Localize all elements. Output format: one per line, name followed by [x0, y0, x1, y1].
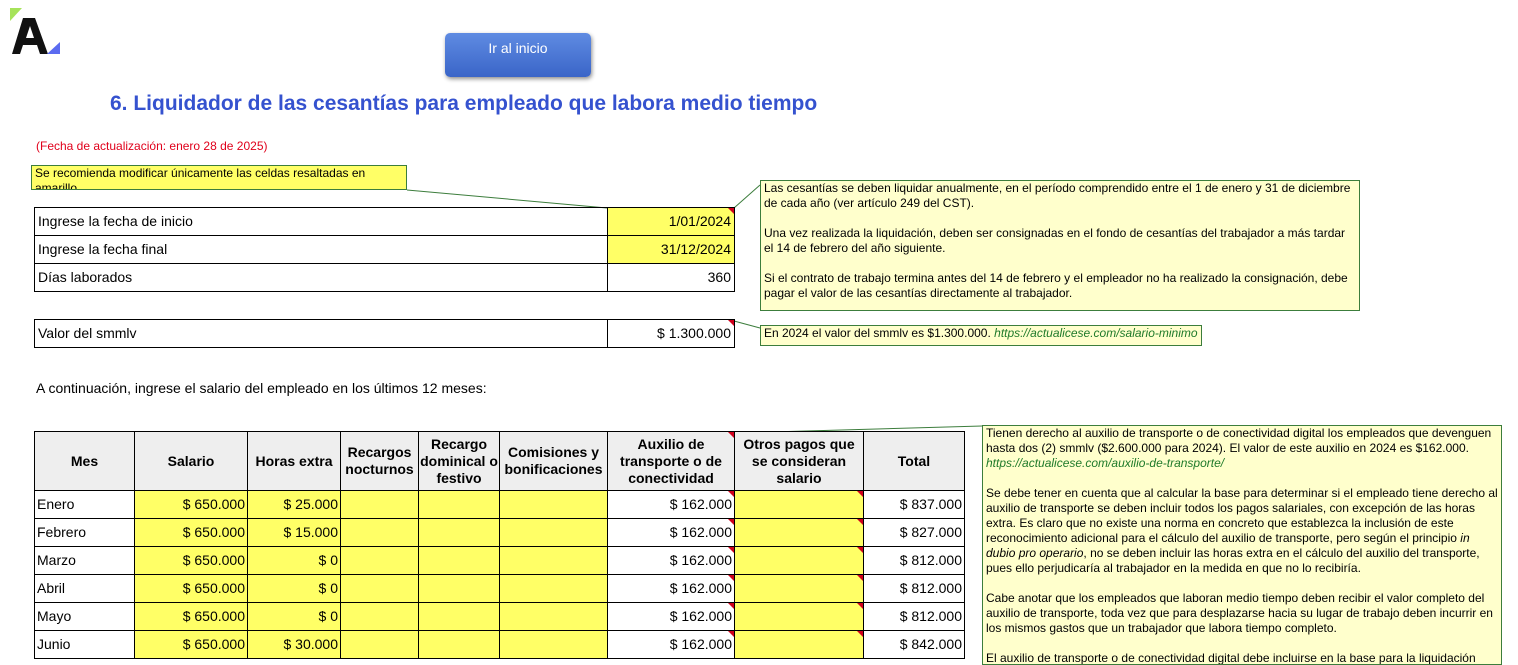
smmlv-comment-text: En 2024 el valor del smmlv es $1.300.000… — [764, 326, 995, 340]
cell-auxilio-transporte: $ 162.000 — [607, 518, 735, 547]
cell-salario[interactable]: $ 650.000 — [134, 630, 248, 659]
cell-recargos-nocturnos[interactable] — [340, 490, 419, 519]
cell-recargos-nocturnos[interactable] — [340, 518, 419, 547]
cell-recargo-dominical[interactable] — [418, 602, 500, 631]
cell-otros-pagos[interactable] — [734, 546, 864, 575]
cell-mes: Febrero — [34, 518, 135, 547]
recommendation-note: Se recomienda modificar únicamente las c… — [31, 165, 407, 190]
start-date-value: 1/01/2024 — [668, 213, 731, 229]
cell-total: $ 837.000 — [863, 490, 965, 519]
cell-comisiones[interactable] — [499, 546, 608, 575]
auxilio-p2-text-a: Se debe tener en cuenta que al calcular … — [986, 486, 1498, 545]
cell-horas-extra[interactable]: $ 0 — [247, 574, 341, 603]
header-salario: Salario — [134, 431, 248, 491]
cell-horas-extra[interactable]: $ 0 — [247, 602, 341, 631]
header-mes: Mes — [34, 431, 135, 491]
cell-total: $ 812.000 — [863, 546, 965, 575]
cell-total: $ 812.000 — [863, 602, 965, 631]
cell-auxilio-transporte: $ 162.000 — [607, 546, 735, 575]
cell-otros-pagos[interactable] — [734, 574, 864, 603]
cell-comisiones[interactable] — [499, 574, 608, 603]
cell-recargo-dominical[interactable] — [418, 574, 500, 603]
cell-salario[interactable]: $ 650.000 — [134, 546, 248, 575]
cell-otros-pagos[interactable] — [734, 518, 864, 547]
cell-recargo-dominical[interactable] — [418, 490, 500, 519]
cell-comisiones[interactable] — [499, 518, 608, 547]
auxilio-link[interactable]: https://actualicese.com/auxilio-de-trans… — [986, 456, 1224, 470]
cell-mes: Mayo — [34, 602, 135, 631]
cell-recargos-nocturnos[interactable] — [340, 602, 419, 631]
cell-total: $ 827.000 — [863, 518, 965, 547]
cell-auxilio-transporte: $ 162.000 — [607, 574, 735, 603]
cell-comisiones[interactable] — [499, 630, 608, 659]
cell-recargos-nocturnos[interactable] — [340, 574, 419, 603]
cell-recargo-dominical[interactable] — [418, 630, 500, 659]
cesantias-comment: Las cesantías se deben liquidar anualmen… — [760, 180, 1360, 311]
comment-marker — [728, 320, 734, 326]
header-otros-pagos: Otros pagos que se consideran salario — [734, 431, 864, 491]
smmlv-comment: En 2024 el valor del smmlv es $1.300.000… — [760, 325, 1202, 346]
cesantias-comment-p1: Las cesantías se deben liquidar anualmen… — [764, 181, 1351, 210]
smmlv-link[interactable]: https://actualicese.com/salario-minimo — [994, 326, 1197, 340]
start-date-label: Ingrese la fecha de inicio — [34, 207, 608, 236]
header-total: Total — [863, 431, 965, 491]
auxilio-comment-p2: Se debe tener en cuenta que al calcular … — [986, 486, 1498, 576]
cell-mes: Junio — [34, 630, 135, 659]
cell-salario[interactable]: $ 650.000 — [134, 518, 248, 547]
auxilio-comment-p1: Tienen derecho al auxilio de transporte … — [986, 426, 1498, 471]
days-worked-label: Días laborados — [34, 263, 608, 292]
cell-recargo-dominical[interactable] — [418, 518, 500, 547]
cell-auxilio-transporte: $ 162.000 — [607, 490, 735, 519]
auxilio-comment-p4: El auxilio de transporte o de conectivid… — [986, 651, 1476, 665]
cell-auxilio-transporte: $ 162.000 — [607, 630, 735, 659]
header-auxilio-transporte: Auxilio de transporte o de conectividad — [607, 431, 735, 491]
comment-marker — [728, 208, 734, 214]
cell-total: $ 842.000 — [863, 630, 965, 659]
smmlv-value: $ 1.300.000 — [607, 319, 735, 348]
start-date-input[interactable]: 1/01/2024 — [607, 207, 735, 236]
end-date-label: Ingrese la fecha final — [34, 235, 608, 264]
header-recargo-dominical: Recargo dominical o festivo — [418, 431, 500, 491]
header-comisiones: Comisiones y bonificaciones — [499, 431, 608, 491]
days-worked-value: 360 — [607, 263, 735, 292]
cell-salario[interactable]: $ 650.000 — [134, 490, 248, 519]
header-horas-extra: Horas extra — [247, 431, 341, 491]
auxilio-comment: Tienen derecho al auxilio de transporte … — [982, 425, 1502, 665]
salary-intro-text: A continuación, ingrese el salario del e… — [36, 380, 487, 396]
header-recargos-nocturnos: Recargos nocturnos — [340, 431, 419, 491]
cell-mes: Enero — [34, 490, 135, 519]
cell-comisiones[interactable] — [499, 490, 608, 519]
cell-comisiones[interactable] — [499, 602, 608, 631]
cell-auxilio-transporte: $ 162.000 — [607, 602, 735, 631]
cell-recargos-nocturnos[interactable] — [340, 630, 419, 659]
cell-otros-pagos[interactable] — [734, 630, 864, 659]
auxilio-p1-text: Tienen derecho al auxilio de transporte … — [986, 426, 1492, 455]
cell-mes: Abril — [34, 574, 135, 603]
cell-horas-extra[interactable]: $ 0 — [247, 546, 341, 575]
cell-horas-extra[interactable]: $ 15.000 — [247, 518, 341, 547]
cell-recargos-nocturnos[interactable] — [340, 546, 419, 575]
end-date-input[interactable]: 31/12/2024 — [607, 235, 735, 264]
smmlv-label: Valor del smmlv — [34, 319, 608, 348]
cell-horas-extra[interactable]: $ 25.000 — [247, 490, 341, 519]
cell-mes: Marzo — [34, 546, 135, 575]
cesantias-comment-p3: Si el contrato de trabajo termina antes … — [764, 271, 1348, 300]
auxilio-comment-p3: Cabe anotar que los empleados que labora… — [986, 591, 1493, 635]
smmlv-amount: $ 1.300.000 — [657, 325, 731, 341]
cell-recargo-dominical[interactable] — [418, 546, 500, 575]
cell-horas-extra[interactable]: $ 30.000 — [247, 630, 341, 659]
cell-salario[interactable]: $ 650.000 — [134, 574, 248, 603]
cell-salario[interactable]: $ 650.000 — [134, 602, 248, 631]
cesantias-comment-p2: Una vez realizada la liquidación, deben … — [764, 226, 1346, 255]
cell-otros-pagos[interactable] — [734, 490, 864, 519]
cell-total: $ 812.000 — [863, 574, 965, 603]
cell-otros-pagos[interactable] — [734, 602, 864, 631]
